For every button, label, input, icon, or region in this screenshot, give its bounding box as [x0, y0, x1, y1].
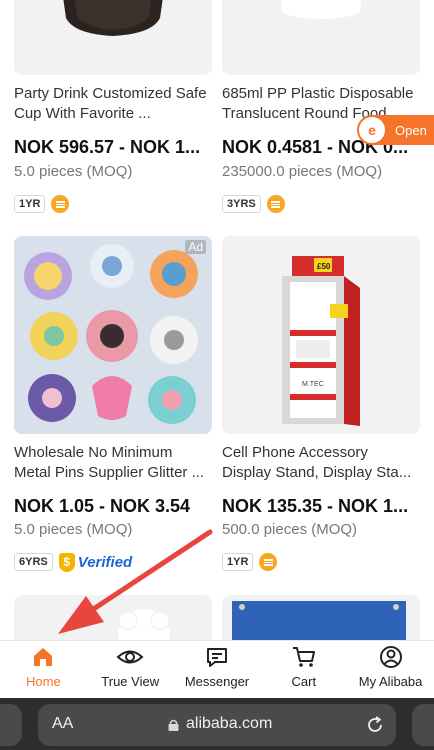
lock-icon: [168, 718, 179, 731]
product-price: NOK 135.35 - NOK 1...: [222, 496, 409, 516]
supplier-years-badge: 3YRS: [222, 195, 261, 213]
trade-assurance-icon: [259, 553, 278, 571]
product-title[interactable]: Party Drink Customized Safe Cup With Fav…: [14, 84, 218, 124]
product-moq: 5.0 pieces (MOQ): [14, 521, 133, 538]
stand-brand-text: M.TEC: [302, 381, 324, 388]
ad-label: Ad: [185, 240, 206, 254]
tab-true-view[interactable]: True View: [87, 641, 174, 698]
cart-icon: [290, 645, 318, 669]
product-price: NOK 1.05 - NOK 3.54: [14, 496, 191, 516]
address-bar[interactable]: AA alibaba.com: [38, 704, 396, 746]
supplier-years-badge: 6YRS: [14, 553, 53, 571]
url-domain: alibaba.com: [186, 715, 273, 732]
tab-label: Messenger: [184, 674, 250, 689]
product-image[interactable]: [222, 595, 420, 640]
trade-assurance-icon: [266, 195, 285, 213]
tab-my-alibaba[interactable]: My Alibaba: [347, 641, 434, 698]
next-tab-edge[interactable]: [412, 704, 434, 746]
previous-tab-edge[interactable]: [0, 704, 22, 746]
stand-price-tag: £50: [317, 262, 331, 271]
product-title[interactable]: Cell Phone Accessory Display Stand, Disp…: [222, 443, 426, 483]
supplier-years-badge: 1YR: [14, 195, 46, 213]
tab-label: True View: [101, 674, 160, 689]
product-image[interactable]: [14, 595, 212, 640]
product-image[interactable]: £50 M.TEC: [222, 236, 420, 434]
alibaba-logo-icon: e: [359, 117, 385, 143]
supplier-badges: 3YRS: [222, 193, 285, 215]
tab-messenger[interactable]: Messenger: [174, 641, 261, 698]
message-icon: [203, 645, 231, 669]
open-button-label: Open: [395, 122, 427, 138]
bottom-tab-bar: Home True View Messenger Cart My Alibaba: [0, 640, 434, 698]
product-title[interactable]: Wholesale No Minimum Metal Pins Supplier…: [14, 443, 218, 483]
trade-assurance-icon: [51, 195, 70, 213]
tab-label: My Alibaba: [358, 674, 423, 689]
product-image[interactable]: [14, 0, 212, 75]
supplier-badges: 6YRS $ Verified: [14, 551, 132, 573]
supplier-badges: 1YR: [222, 551, 278, 573]
user-icon: [377, 645, 405, 669]
tab-label: Home: [26, 674, 61, 689]
product-moq: 500.0 pieces (MOQ): [222, 521, 358, 538]
product-moq: 235000.0 pieces (MOQ): [222, 163, 383, 180]
product-moq: 5.0 pieces (MOQ): [14, 163, 133, 180]
text-size-button[interactable]: AA: [52, 715, 73, 733]
verified-shield-icon: $: [58, 552, 75, 572]
supplier-badges: 1YR: [14, 193, 70, 215]
home-icon: [29, 645, 57, 669]
verified-badge: $ Verified: [58, 552, 132, 572]
browser-toolbar: AA alibaba.com: [0, 698, 434, 750]
tab-home[interactable]: Home: [0, 641, 87, 698]
tab-cart[interactable]: Cart: [260, 641, 347, 698]
reload-icon[interactable]: [364, 714, 386, 736]
product-price: NOK 596.57 - NOK 1...: [14, 137, 201, 157]
product-image[interactable]: [222, 0, 420, 75]
product-image[interactable]: Ad: [14, 236, 212, 434]
tab-label: Cart: [291, 674, 317, 689]
open-in-app-button[interactable]: e Open: [357, 115, 434, 145]
supplier-years-badge: 1YR: [222, 553, 254, 571]
eye-icon: [116, 645, 144, 669]
product-grid: Party Drink Customized Safe Cup With Fav…: [0, 0, 434, 640]
